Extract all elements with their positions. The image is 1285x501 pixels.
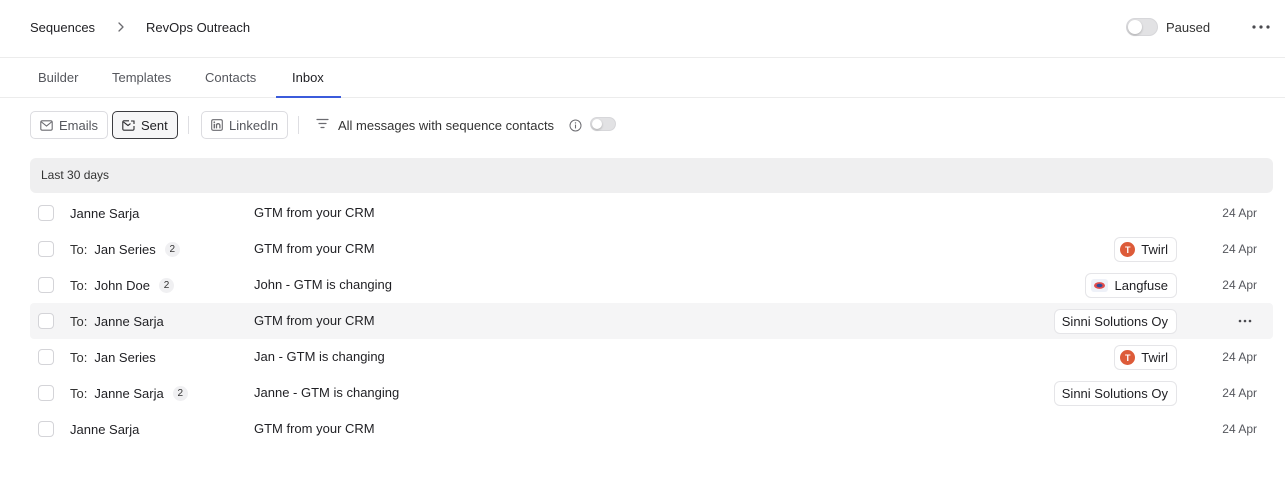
more-horizontal-icon <box>1238 319 1252 323</box>
message-date: 24 Apr <box>1222 242 1257 256</box>
message-date: 24 Apr <box>1222 350 1257 364</box>
recipient-prefix: To: <box>70 277 88 293</box>
message-recipient: To: John Doe 2 <box>70 267 174 303</box>
company-chip[interactable]: T Twirl <box>1114 237 1177 262</box>
company-chip[interactable]: Sinni Solutions Oy <box>1053 309 1177 334</box>
thread-count-badge: 2 <box>159 277 174 293</box>
more-options-button[interactable] <box>1249 17 1273 37</box>
company-chip[interactable]: T Twirl <box>1114 345 1177 370</box>
message-subject: Janne - GTM is changing <box>254 385 400 400</box>
company-name: Twirl <box>1141 350 1168 365</box>
contact-name: Janne Sarja <box>94 385 164 401</box>
message-row[interactable]: Janne Sarja GTM from your CRM 24 Apr <box>0 411 1285 447</box>
recipient-prefix: To: <box>70 241 88 257</box>
filter-linkedin-label: LinkedIn <box>229 117 279 133</box>
company-chip[interactable]: Langfuse <box>1084 273 1177 298</box>
divider <box>298 116 299 134</box>
filter-sent-label: Sent <box>141 117 168 133</box>
sequence-active-toggle[interactable] <box>1126 18 1158 36</box>
message-recipient: To: Janne Sarja <box>70 303 164 339</box>
row-checkbox[interactable] <box>38 277 54 293</box>
langfuse-logo-icon <box>1090 279 1108 292</box>
mail-sent-icon <box>122 119 135 131</box>
info-icon[interactable] <box>569 119 582 132</box>
row-checkbox[interactable] <box>38 313 54 329</box>
linkedin-icon <box>211 119 223 131</box>
twirl-logo-icon: T <box>1120 242 1136 257</box>
more-horizontal-icon <box>1252 25 1270 29</box>
message-date: 24 Apr <box>1222 422 1257 436</box>
message-subject: GTM from your CRM <box>254 205 375 220</box>
thread-count-badge: 2 <box>164 241 180 257</box>
date-group-header: Last 30 days <box>30 158 1273 193</box>
company-name: Twirl <box>1141 242 1168 257</box>
message-date: 24 Apr <box>1222 278 1257 292</box>
mail-icon <box>40 119 53 131</box>
filter-icon <box>316 118 329 129</box>
recipient-prefix: To: <box>70 385 88 401</box>
row-checkbox[interactable] <box>38 421 54 437</box>
row-more-options-button[interactable] <box>1233 311 1257 331</box>
tab-inbox[interactable]: Inbox <box>292 58 324 98</box>
filter-emails-button[interactable]: Emails <box>30 111 109 139</box>
tab-bar: Builder Templates Contacts Inbox <box>0 58 1285 98</box>
tab-builder[interactable]: Builder <box>38 58 78 98</box>
row-checkbox[interactable] <box>38 241 54 257</box>
message-subject: GTM from your CRM <box>254 313 375 328</box>
status-label: Paused <box>1166 20 1211 35</box>
message-date: 24 Apr <box>1222 206 1257 220</box>
message-date: 24 Apr <box>1222 386 1257 400</box>
divider <box>188 116 189 134</box>
message-subject: GTM from your CRM <box>254 421 375 436</box>
message-recipient: Janne Sarja <box>70 195 139 231</box>
message-recipient: Janne Sarja <box>70 411 139 447</box>
company-chip[interactable]: Sinni Solutions Oy <box>1053 381 1177 406</box>
tab-templates[interactable]: Templates <box>112 58 171 98</box>
message-row[interactable]: Janne Sarja GTM from your CRM 24 Apr <box>0 195 1285 231</box>
filter-bar: Emails Sent LinkedIn All messages with s… <box>0 98 1285 154</box>
contact-name: Jan Series <box>94 241 156 257</box>
message-row[interactable]: To: Janne Sarja 2 Janne - GTM is changing Si… <box>0 375 1285 411</box>
twirl-logo-icon: T <box>1120 350 1136 365</box>
filter-sent-button[interactable]: Sent <box>112 111 178 139</box>
message-subject: John - GTM is changing <box>254 277 393 292</box>
breadcrumb-current: RevOps Outreach <box>146 20 251 35</box>
filter-linkedin-button[interactable]: LinkedIn <box>201 111 289 139</box>
contact-name: Janne Sarja <box>70 205 140 221</box>
message-subject: Jan - GTM is changing <box>254 349 385 364</box>
message-recipient: To: Jan Series 2 <box>70 231 180 267</box>
row-checkbox[interactable] <box>38 205 54 221</box>
sequence-contacts-filter-label: All messages with sequence contacts <box>338 118 555 133</box>
thread-count-badge: 2 <box>172 385 188 401</box>
company-name: Langfuse <box>1114 278 1169 293</box>
row-checkbox[interactable] <box>38 349 54 365</box>
company-name: Sinni Solutions Oy <box>1061 386 1168 401</box>
message-row[interactable]: To: John Doe 2 John - GTM is changing Langfu… <box>0 267 1285 303</box>
contact-name: John Doe <box>94 277 150 293</box>
message-row[interactable]: To: Jan Series Jan - GTM is changing T Twirl… <box>0 339 1285 375</box>
sequence-contacts-toggle[interactable] <box>590 117 616 131</box>
recipient-prefix: To: <box>70 313 88 329</box>
recipient-prefix: To: <box>70 349 88 365</box>
message-list: Janne Sarja GTM from your CRM 24 Apr To: Jan… <box>0 195 1285 447</box>
contact-name: Janne Sarja <box>70 421 140 437</box>
chevron-right-icon <box>118 22 124 32</box>
message-row[interactable]: To: Jan Series 2 GTM from your CRM T Twirl 24 … <box>0 231 1285 267</box>
message-recipient: To: Jan Series <box>70 339 156 375</box>
header-bar: Sequences RevOps Outreach Paused <box>0 0 1285 58</box>
filter-emails-label: Emails <box>59 117 99 133</box>
message-row[interactable]: To: Janne Sarja GTM from your CRM Sinni Sol… <box>0 303 1285 339</box>
contact-name: Janne Sarja <box>94 313 164 329</box>
row-checkbox[interactable] <box>38 385 54 401</box>
breadcrumb-sequences[interactable]: Sequences <box>30 0 95 55</box>
contact-name: Jan Series <box>94 349 156 365</box>
tab-contacts[interactable]: Contacts <box>205 58 256 98</box>
company-name: Sinni Solutions Oy <box>1061 314 1168 329</box>
message-subject: GTM from your CRM <box>254 241 375 256</box>
message-recipient: To: Janne Sarja 2 <box>70 375 188 411</box>
